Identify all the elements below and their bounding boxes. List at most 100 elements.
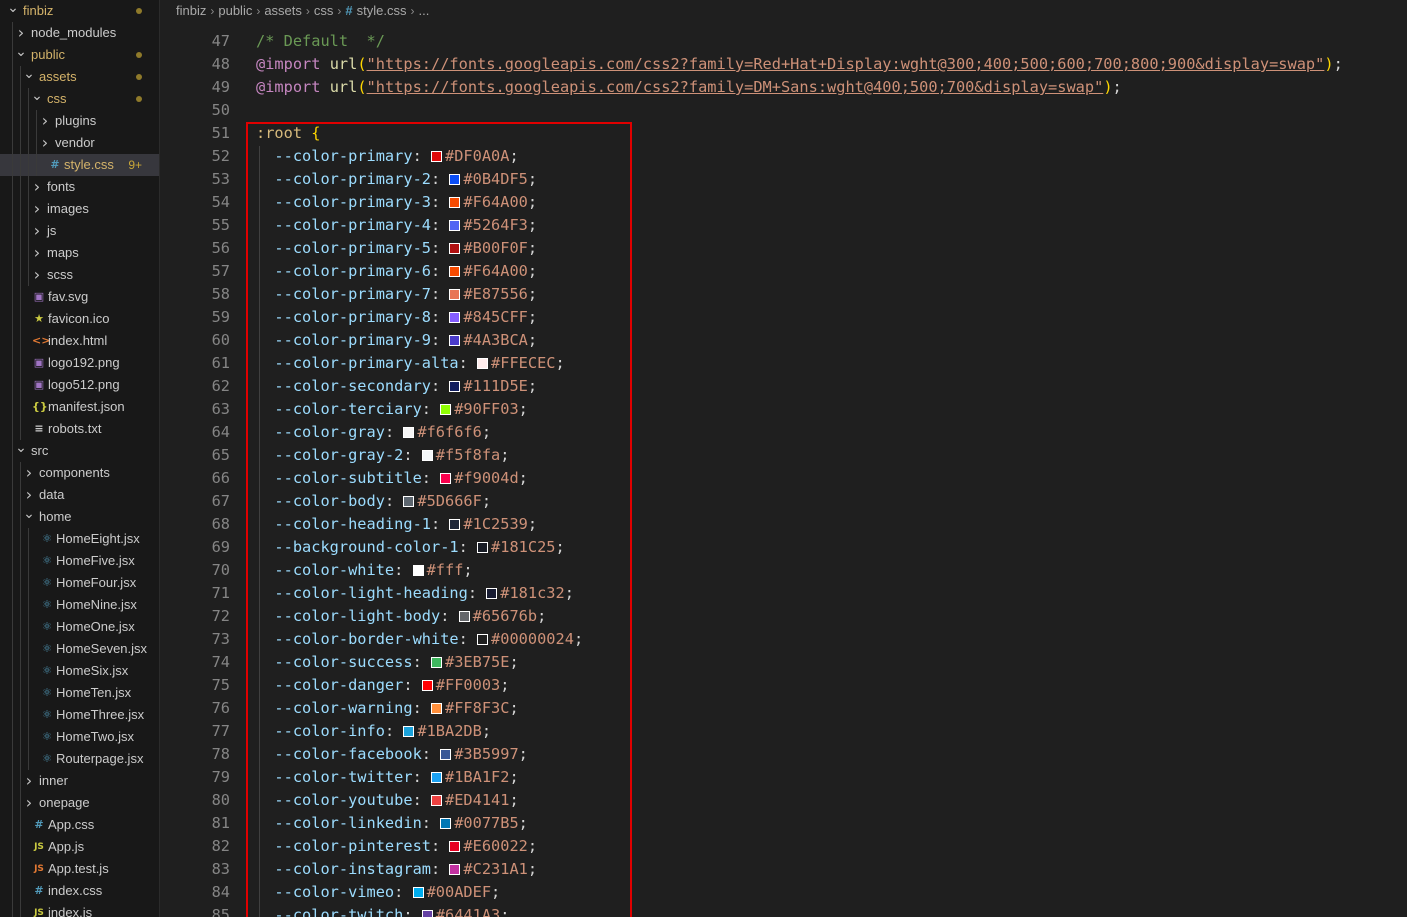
code-text[interactable]: --color-light-body: #65676b; — [256, 605, 546, 628]
code-text[interactable]: --color-primary-3: #F64A00; — [256, 191, 537, 214]
color-swatch[interactable] — [440, 473, 452, 484]
code-text[interactable]: --color-heading-1: #1C2539; — [256, 513, 537, 536]
chevron-right-icon[interactable]: › — [22, 792, 36, 814]
code-text[interactable]: @import url("https://fonts.googleapis.co… — [256, 76, 1122, 99]
tree-file-fav-svg[interactable]: ▣ fav.svg — [0, 286, 159, 308]
code-line[interactable]: 58 --color-primary-7: #E87556; — [160, 283, 1407, 306]
chevron-right-icon[interactable]: › — [30, 220, 44, 242]
tree-folder-assets[interactable]: ⌄ assets — [0, 66, 159, 88]
tree-file-index-css[interactable]: # index.css — [0, 880, 159, 902]
code-line[interactable]: 83 --color-instagram: #C231A1; — [160, 858, 1407, 881]
color-swatch[interactable] — [431, 703, 442, 714]
breadcrumb-item[interactable]: public — [218, 3, 252, 18]
code-text[interactable]: --color-primary-4: #5264F3; — [256, 214, 537, 237]
code-text[interactable]: --color-pinterest: #E60022; — [256, 835, 537, 858]
code-line[interactable]: 70 --color-white: #fff; — [160, 559, 1407, 582]
tree-file-style-css[interactable]: # style.css 9+ — [0, 154, 159, 176]
code-line[interactable]: 62 --color-secondary: #111D5E; — [160, 375, 1407, 398]
color-swatch[interactable] — [449, 220, 461, 231]
tree-file-app-js[interactable]: JS App.js — [0, 836, 159, 858]
code-text[interactable]: --color-instagram: #C231A1; — [256, 858, 537, 881]
code-text[interactable]: --color-terciary: #90FF03; — [256, 398, 527, 421]
color-swatch[interactable] — [449, 381, 461, 392]
code-line[interactable]: 77 --color-info: #1BA2DB; — [160, 720, 1407, 743]
code-line[interactable]: 78 --color-facebook: #3B5997; — [160, 743, 1407, 766]
color-swatch[interactable] — [449, 335, 461, 346]
code-text[interactable]: --color-primary-7: #E87556; — [256, 283, 537, 306]
code-text[interactable]: --color-gray-2: #f5f8fa; — [256, 444, 509, 467]
tree-folder-maps[interactable]: › maps — [0, 242, 159, 264]
code-line[interactable]: 55 --color-primary-4: #5264F3; — [160, 214, 1407, 237]
tree-file-homefour[interactable]: ⚛ HomeFour.jsx — [0, 572, 159, 594]
code-text[interactable]: --color-danger: #FF0003; — [256, 674, 509, 697]
code-text[interactable]: --color-primary-5: #B00F0F; — [256, 237, 537, 260]
code-text[interactable]: --color-body: #5D666F; — [256, 490, 491, 513]
chevron-right-icon[interactable]: › — [22, 770, 36, 792]
tree-folder-home[interactable]: ⌄ home — [0, 506, 159, 528]
breadcrumb-item[interactable]: css — [314, 3, 334, 18]
chevron-down-icon[interactable]: ⌄ — [6, 0, 20, 16]
color-swatch[interactable] — [477, 542, 489, 553]
tree-file-homesix[interactable]: ⚛ HomeSix.jsx — [0, 660, 159, 682]
code-line[interactable]: 80 --color-youtube: #ED4141; — [160, 789, 1407, 812]
code-text[interactable]: --background-color-1: #181C25; — [256, 536, 564, 559]
code-line[interactable]: 72 --color-light-body: #65676b; — [160, 605, 1407, 628]
code-text[interactable]: --color-facebook: #3B5997; — [256, 743, 527, 766]
color-swatch[interactable] — [449, 197, 461, 208]
chevron-right-icon[interactable]: › — [14, 22, 28, 44]
breadcrumb-item[interactable]: assets — [264, 3, 302, 18]
chevron-down-icon[interactable]: ⌄ — [22, 506, 36, 522]
tree-file-homethree[interactable]: ⚛ HomeThree.jsx — [0, 704, 159, 726]
tree-folder-images[interactable]: › images — [0, 198, 159, 220]
code-text[interactable]: /* Default */ — [256, 30, 385, 53]
code-text[interactable]: --color-secondary: #111D5E; — [256, 375, 537, 398]
chevron-down-icon[interactable]: ⌄ — [22, 66, 36, 82]
tree-folder-public[interactable]: ⌄ public — [0, 44, 159, 66]
color-swatch[interactable] — [431, 795, 442, 806]
tree-folder-js[interactable]: › js — [0, 220, 159, 242]
chevron-down-icon[interactable]: ⌄ — [14, 440, 28, 456]
code-text[interactable]: --color-vimeo: #00ADEF; — [256, 881, 500, 904]
tree-folder-src[interactable]: ⌄ src — [0, 440, 159, 462]
tree-folder-vendor[interactable]: › vendor — [0, 132, 159, 154]
code-line[interactable]: 79 --color-twitter: #1BA1F2; — [160, 766, 1407, 789]
code-editor[interactable]: finbiz › public › assets › css › # style.css ›... … — [160, 0, 1407, 917]
color-swatch[interactable] — [449, 841, 461, 852]
chevron-right-icon[interactable]: › — [30, 242, 44, 264]
code-text[interactable]: --color-warning: #FF8F3C; — [256, 697, 518, 720]
tree-file-hometwo[interactable]: ⚛ HomeTwo.jsx — [0, 726, 159, 748]
code-line[interactable]: 56 --color-primary-5: #B00F0F; — [160, 237, 1407, 260]
chevron-right-icon[interactable]: › — [30, 176, 44, 198]
code-line[interactable]: 76 --color-warning: #FF8F3C; — [160, 697, 1407, 720]
chevron-right-icon[interactable]: › — [38, 132, 52, 154]
tree-folder-components[interactable]: › components — [0, 462, 159, 484]
code-text[interactable]: --color-gray: #f6f6f6; — [256, 421, 491, 444]
tree-file-homefive[interactable]: ⚛ HomeFive.jsx — [0, 550, 159, 572]
tree-folder-fonts[interactable]: › fonts — [0, 176, 159, 198]
code-line[interactable]: 53 --color-primary-2: #0B4DF5; — [160, 168, 1407, 191]
code-line[interactable]: 75 --color-danger: #FF0003; — [160, 674, 1407, 697]
tree-folder-data[interactable]: › data — [0, 484, 159, 506]
color-swatch[interactable] — [421, 910, 433, 917]
color-swatch[interactable] — [449, 519, 461, 530]
color-swatch[interactable] — [421, 680, 433, 691]
breadcrumb-symbol-trail[interactable]: ... — [418, 3, 429, 18]
tree-file-robots-txt[interactable]: ≡ robots.txt — [0, 418, 159, 440]
code-line[interactable]: 60 --color-primary-9: #4A3BCA; — [160, 329, 1407, 352]
color-swatch[interactable] — [477, 358, 489, 369]
code-text[interactable]: --color-primary-alta: #FFECEC; — [256, 352, 564, 375]
chevron-right-icon[interactable]: › — [30, 198, 44, 220]
color-swatch[interactable] — [440, 749, 452, 760]
code-line[interactable]: 66 --color-subtitle: #f9004d; — [160, 467, 1407, 490]
color-swatch[interactable] — [431, 772, 442, 783]
tree-file-manifest-json[interactable]: {} manifest.json — [0, 396, 159, 418]
tree-file-app-css[interactable]: # App.css — [0, 814, 159, 836]
code-text[interactable]: --color-border-white: #00000024; — [256, 628, 583, 651]
color-swatch[interactable] — [440, 818, 452, 829]
color-swatch[interactable] — [458, 611, 470, 622]
tree-folder-scss[interactable]: › scss — [0, 264, 159, 286]
breadcrumb-file[interactable]: style.css — [357, 3, 407, 18]
tree-file-homenine[interactable]: ⚛ HomeNine.jsx — [0, 594, 159, 616]
color-swatch[interactable] — [449, 243, 461, 254]
color-swatch[interactable] — [431, 657, 442, 668]
